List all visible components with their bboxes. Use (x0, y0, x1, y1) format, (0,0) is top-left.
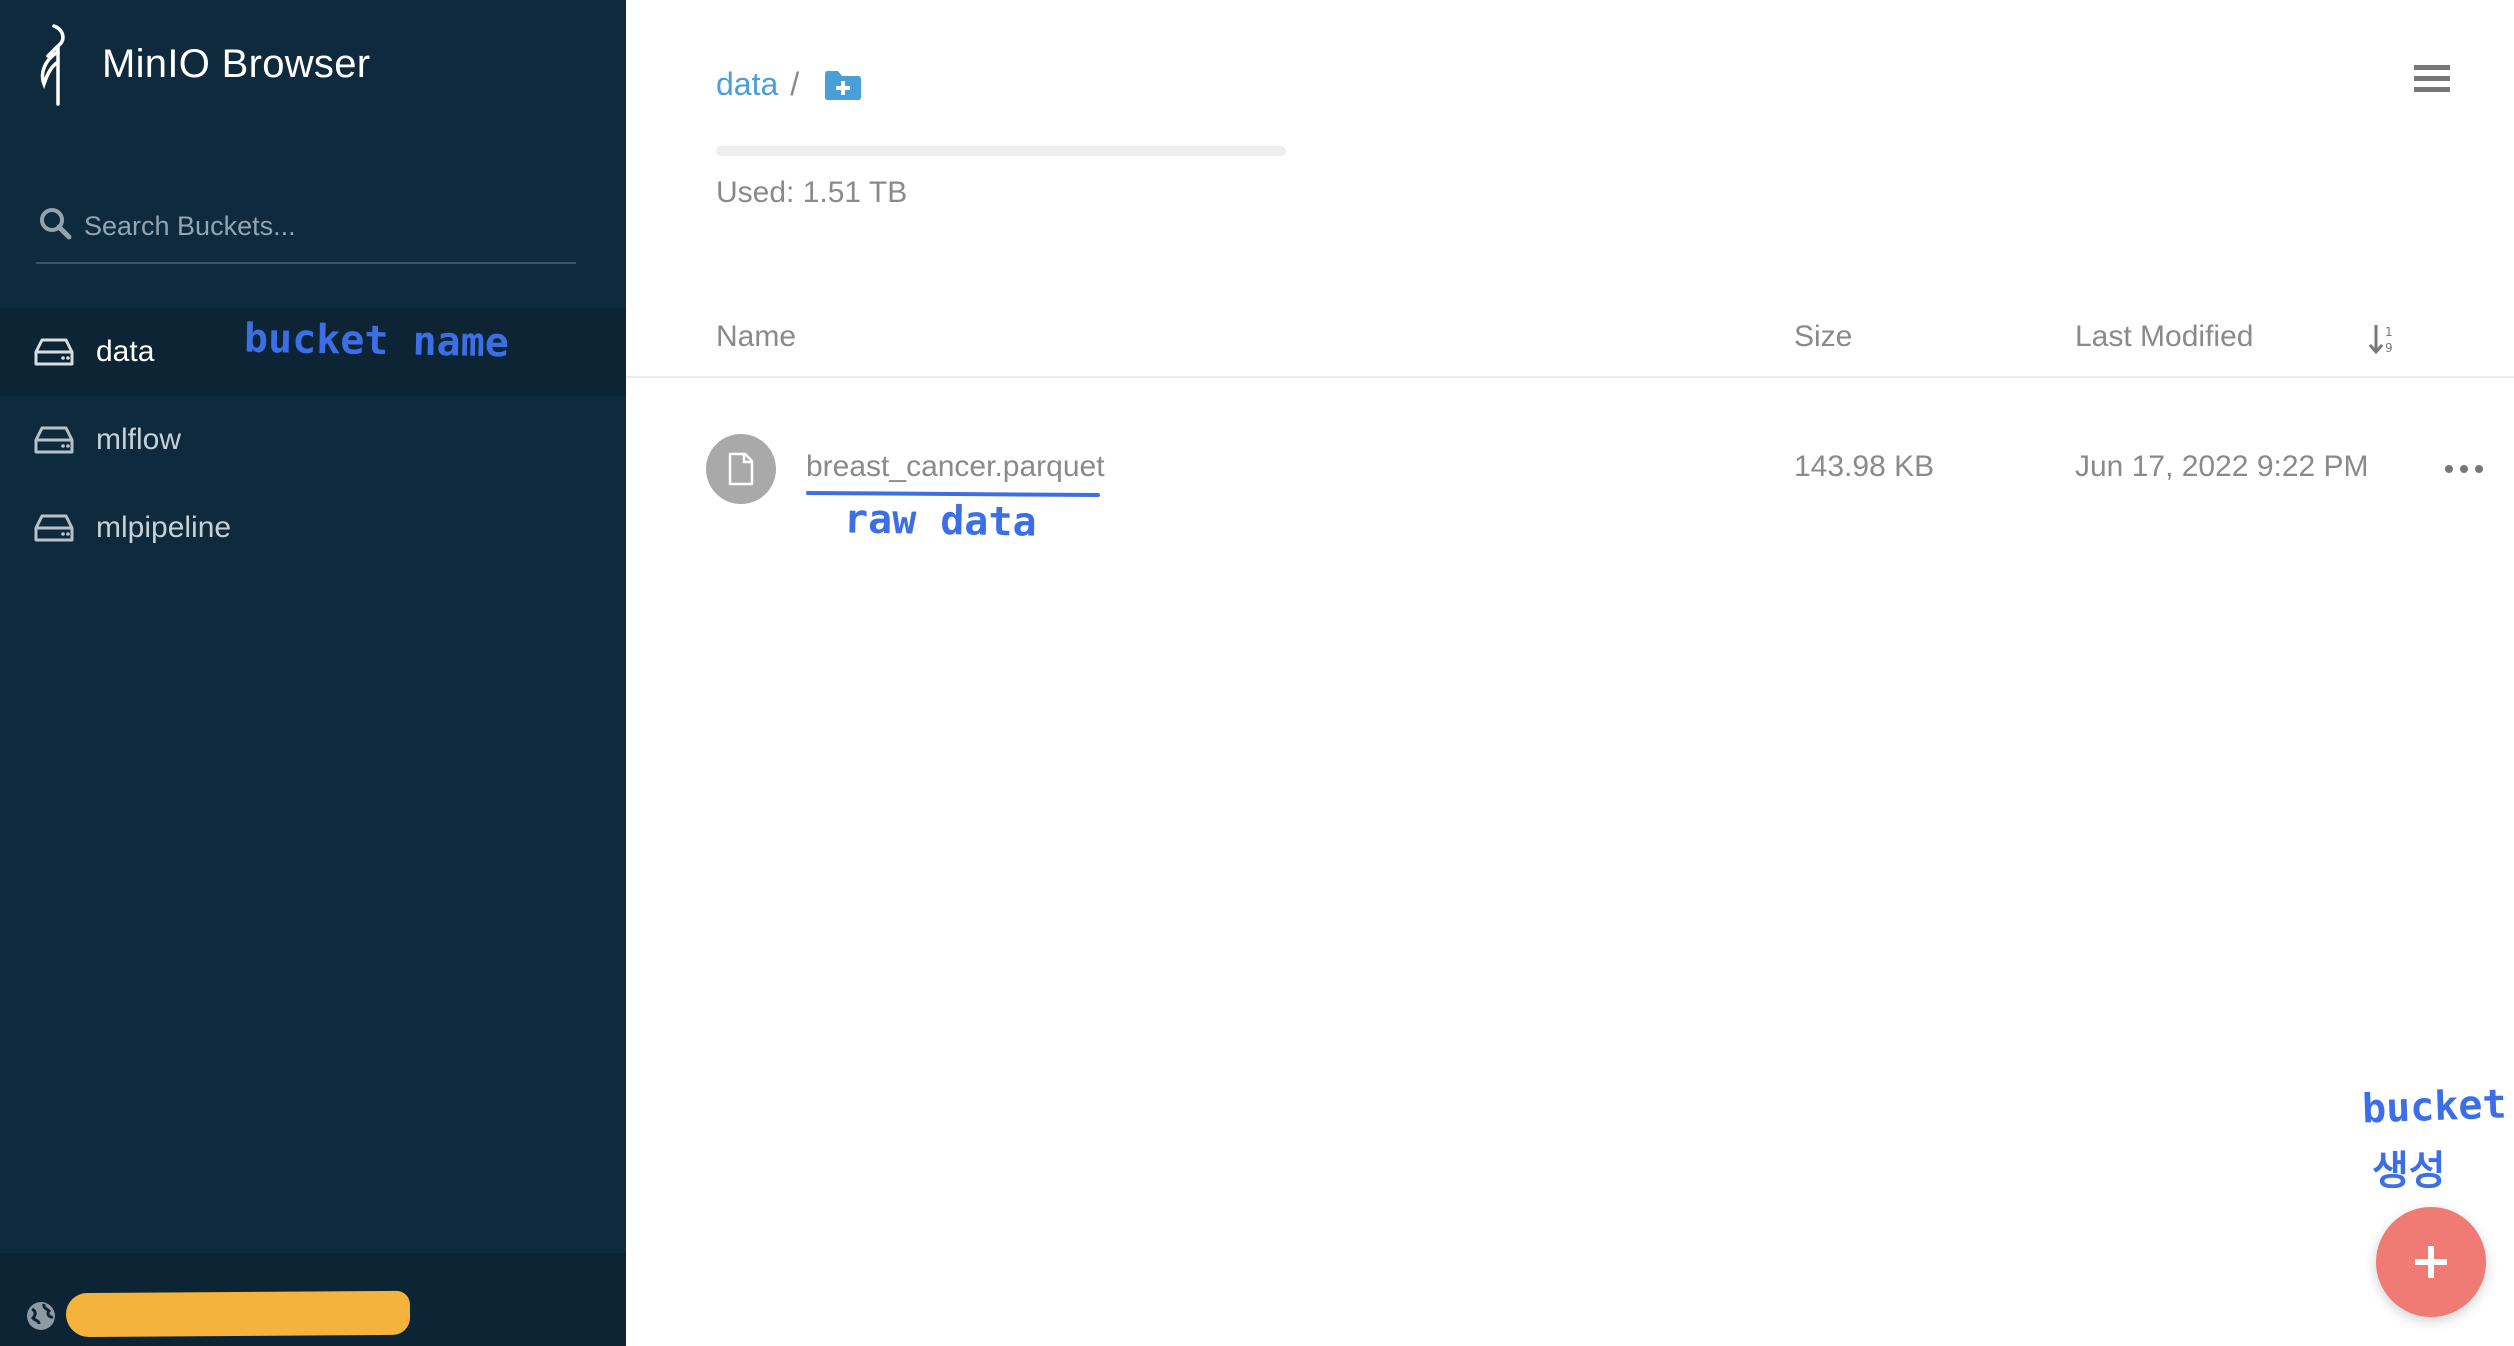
file-icon-badge (706, 434, 776, 504)
column-header-last-modified[interactable]: Last Modified (2075, 320, 2253, 354)
search-bar (36, 196, 576, 264)
bucket-item-mlpipeline[interactable]: mlpipeline (0, 484, 626, 572)
bucket-label: data (96, 335, 155, 368)
annotation-bucket: bucket (2361, 1081, 2508, 1133)
drive-icon (34, 514, 74, 542)
column-header-name[interactable]: Name (716, 320, 796, 354)
file-size: 143.98 KB (1794, 450, 1935, 483)
drive-icon (34, 338, 74, 366)
globe-icon (27, 1302, 55, 1330)
folder-plus-icon[interactable] (823, 68, 863, 102)
bucket-label: mlflow (96, 423, 182, 456)
sort-icon[interactable]: 1 9 (2368, 322, 2398, 356)
breadcrumb-separator: / (790, 66, 800, 102)
annotation-create: 생성 (2372, 1148, 2446, 1194)
main-panel: data / Used: 1.51 TB Name Size Last Modi… (626, 0, 2514, 1346)
breadcrumb: data / (716, 66, 863, 103)
create-bucket-button[interactable] (2376, 1207, 2486, 1317)
storage-usage-bar (716, 146, 1286, 156)
redacted-host-address (65, 1290, 411, 1338)
sidebar: MinIO Browser data mlflow (0, 0, 626, 1346)
brand-title: MinIO Browser (102, 42, 371, 86)
search-buckets-input[interactable] (84, 204, 564, 248)
column-header-size[interactable]: Size (1794, 320, 1852, 354)
bucket-item-mlflow[interactable]: mlflow (0, 396, 626, 484)
file-name-link[interactable]: breast_cancer.parquet (806, 450, 1105, 484)
drive-icon (34, 426, 74, 454)
annotation-raw-data: raw data (843, 496, 1038, 546)
minio-logo-icon (40, 24, 65, 106)
storage-used-text: Used: 1.51 TB (716, 176, 908, 209)
file-icon (728, 452, 754, 486)
breadcrumb-bucket-link[interactable]: data (716, 66, 778, 103)
annotation-bucket-name: bucket name (243, 315, 510, 367)
plus-icon (2415, 1246, 2447, 1278)
object-table-header: Name Size Last Modified 1 9 (626, 310, 2514, 378)
hamburger-menu-icon[interactable] (2412, 62, 2452, 96)
search-icon (40, 208, 72, 240)
more-horizontal-icon[interactable] (2442, 458, 2486, 480)
file-last-modified: Jun 17, 2022 9:22 PM (2075, 450, 2369, 483)
bucket-label: mlpipeline (96, 511, 232, 544)
svg-text:1: 1 (2385, 325, 2393, 339)
svg-text:9: 9 (2385, 341, 2393, 355)
